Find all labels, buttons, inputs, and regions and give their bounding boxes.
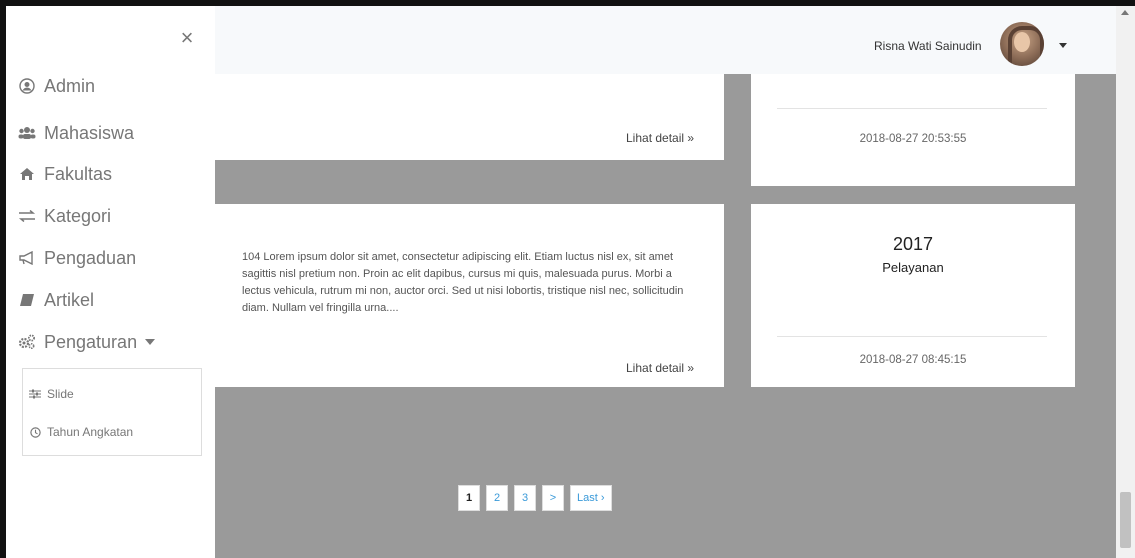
submenu-item-tahun-angkatan[interactable]: Tahun Angkatan	[29, 423, 133, 441]
avatar[interactable]	[1000, 22, 1044, 66]
sidebar-item-label: Pengaduan	[44, 247, 137, 268]
post-card-meta: 2018-08-27 20:53:55	[751, 74, 1075, 186]
sidebar-item-label: Pengaturan	[44, 331, 138, 352]
page-1-button[interactable]: 1	[458, 485, 480, 511]
users-icon	[18, 124, 36, 142]
post-card-meta: 2017 Pelayanan 2018-08-27 08:45:15	[751, 204, 1075, 387]
home-icon	[18, 165, 36, 183]
divider	[777, 336, 1047, 337]
sidebar-item-kategori[interactable]: Kategori	[18, 202, 111, 230]
bullhorn-icon	[18, 249, 36, 267]
sidebar-item-label: Fakultas	[44, 163, 113, 184]
chevron-down-icon	[145, 339, 156, 345]
submenu-item-slide[interactable]: Slide	[29, 385, 74, 403]
user-name[interactable]: Risna Wati Sainudin	[874, 39, 982, 53]
post-category: Pelayanan	[882, 260, 944, 275]
sidebar-item-label: Kategori	[44, 205, 112, 226]
sidebar-item-admin[interactable]: Admin	[18, 72, 95, 100]
sidebar-item-label: Artikel	[44, 289, 95, 310]
scroll-up-icon[interactable]	[1121, 10, 1129, 15]
next-page-button[interactable]: >	[542, 485, 564, 511]
last-page-button[interactable]: Last ›	[570, 485, 612, 511]
sidebar-item-label: Admin	[44, 75, 96, 96]
cogs-icon	[18, 333, 36, 351]
top-navbar: Risna Wati Sainudin	[215, 6, 1116, 74]
sidebar-item-artikel[interactable]: Artikel	[18, 286, 94, 314]
post-year: 2017	[892, 234, 934, 254]
post-card-text: Lihat detail »	[215, 74, 724, 160]
exchange-icon	[18, 207, 36, 225]
post-date: 2018-08-27 20:53:55	[859, 133, 967, 145]
book-icon	[18, 291, 36, 309]
post-card-text: 104 Lorem ipsum dolor sit amet, consecte…	[215, 204, 724, 387]
sidebar-item-mahasiswa[interactable]: Mahasiswa	[18, 119, 134, 147]
post-excerpt: 104 Lorem ipsum dolor sit amet, consecte…	[242, 251, 684, 314]
divider	[777, 108, 1047, 109]
sidebar-item-fakultas[interactable]: Fakultas	[18, 160, 112, 188]
sidebar-item-pengaturan[interactable]: Pengaturan	[18, 328, 156, 356]
detail-link[interactable]: Lihat detail »	[626, 131, 694, 145]
submenu-item-label: Slide	[47, 387, 74, 401]
sidebar: × Admin Mahasiswa Fakultas Kategori Peng…	[6, 6, 215, 558]
settings-submenu: Slide Tahun Angkatan	[22, 368, 202, 456]
sliders-icon	[29, 388, 41, 400]
user-circle-icon	[18, 77, 36, 95]
scrollbar[interactable]	[1116, 6, 1135, 558]
detail-link[interactable]: Lihat detail »	[626, 361, 694, 375]
scroll-thumb[interactable]	[1120, 492, 1131, 548]
content-area: Lihat detail » 2018-08-27 20:53:55 104 L…	[215, 74, 1116, 558]
user-menu-dropdown-icon[interactable]	[1059, 43, 1067, 48]
submenu-item-label: Tahun Angkatan	[47, 425, 134, 439]
page-3-button[interactable]: 3	[514, 485, 536, 511]
page-2-button[interactable]: 2	[486, 485, 508, 511]
sidebar-item-label: Mahasiswa	[44, 122, 135, 143]
sidebar-item-pengaduan[interactable]: Pengaduan	[18, 244, 136, 272]
clock-icon	[29, 426, 41, 438]
post-date: 2018-08-27 08:45:15	[859, 354, 967, 366]
close-sidebar-button[interactable]: ×	[178, 27, 196, 49]
pagination: 1 2 3 > Last ›	[458, 485, 612, 511]
